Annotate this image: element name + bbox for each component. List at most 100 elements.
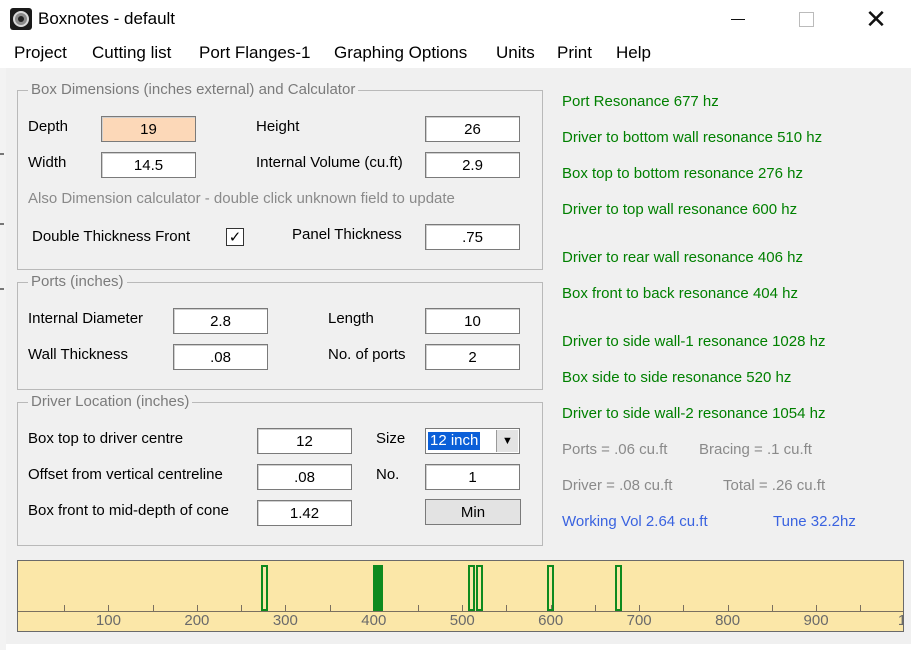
working-volume: Working Vol 2.64 cu.ft (562, 513, 708, 530)
menu-units[interactable]: Units (496, 43, 535, 63)
driver-size-value: 12 inch (428, 432, 481, 450)
graph-tick-label: 100 (95, 612, 121, 629)
calculator-note: Also Dimension calculator - double click… (28, 190, 455, 207)
driver-rear-resonance: Driver to rear wall resonance 406 hz (562, 249, 803, 266)
chevron-down-icon[interactable]: ▼ (496, 430, 518, 452)
port-count-field[interactable]: 2 (425, 344, 520, 370)
cone-depth-label: Box front to mid-depth of cone (28, 502, 229, 519)
depth-field[interactable]: 19 (101, 116, 196, 142)
double-thickness-checkbox[interactable]: ✓ (226, 228, 244, 246)
driver-size-select[interactable]: 12 inch ▼ (425, 428, 520, 454)
driver-side1-resonance: Driver to side wall-1 resonance 1028 hz (562, 333, 826, 350)
maximize-icon (798, 11, 814, 27)
height-field[interactable]: 26 (425, 116, 520, 142)
menu-graphing-options[interactable]: Graphing Options (334, 43, 467, 63)
cone-depth-field[interactable]: 1.42 (257, 500, 352, 526)
driver-number-field[interactable]: 1 (425, 464, 520, 490)
menu-print[interactable]: Print (557, 43, 592, 63)
maximize-button[interactable] (783, 0, 829, 38)
panel-thickness-field[interactable]: .75 (425, 224, 520, 250)
wall-thickness-field[interactable]: .08 (173, 344, 268, 370)
resonance-marker (260, 565, 268, 611)
ports-volume: Ports = .06 cu.ft (562, 441, 668, 458)
driver-size-label: Size (376, 430, 406, 447)
port-length-label: Length (328, 310, 374, 327)
minimize-icon (731, 18, 745, 20)
double-thickness-label: Double Thickness Front (32, 228, 191, 245)
driver-number-label: No. (376, 466, 400, 483)
total-volume: Total = .26 cu.ft (723, 477, 826, 494)
driver-top-resonance: Driver to top wall resonance 600 hz (562, 201, 798, 218)
wall-thickness-label: Wall Thickness (28, 346, 129, 363)
internal-diameter-field[interactable]: 2.8 (173, 308, 268, 334)
graph-tick-label: 400 (361, 612, 387, 629)
offset-label: Offset from vertical centreline (28, 466, 223, 483)
minimize-button[interactable] (715, 0, 761, 38)
graph-tick (860, 605, 862, 611)
graph-tick (285, 605, 287, 611)
driver-volume: Driver = .08 cu.ft (562, 477, 673, 494)
driver-side2-resonance: Driver to side wall-2 resonance 1054 hz (562, 405, 826, 422)
depth-label: Depth (28, 118, 69, 135)
width-label: Width (28, 154, 67, 171)
driver-bottom-resonance: Driver to bottom wall resonance 510 hz (562, 129, 823, 146)
graph-tick-label: 800 (715, 612, 741, 629)
graph-tick-label: 600 (538, 612, 564, 629)
menu-help[interactable]: Help (616, 43, 651, 63)
graph-tick (727, 605, 729, 611)
resonance-graph: 100 200 300 400 500 600 700 800 900 1( (17, 560, 904, 632)
driver-location-legend: Driver Location (inches) (28, 393, 193, 410)
resonance-marker (476, 565, 484, 611)
port-count-label: No. of ports (328, 346, 406, 363)
graph-tick (152, 605, 154, 611)
menu-bar: Project Cutting list Port Flanges-1 Grap… (0, 38, 917, 68)
graph-tick-label: 900 (803, 612, 829, 629)
close-button[interactable]: ✕ (853, 0, 899, 38)
window-title: Boxnotes - default (38, 9, 176, 28)
ports-legend: Ports (inches) (28, 273, 127, 290)
graph-tick (771, 605, 773, 611)
front-back-resonance: Box front to back resonance 404 hz (562, 285, 798, 302)
graph-tick (462, 605, 464, 611)
menu-project[interactable]: Project (14, 43, 67, 63)
resonance-marker (375, 565, 384, 611)
height-label: Height (256, 118, 300, 135)
graph-tick (816, 605, 818, 611)
internal-diameter-label: Internal Diameter (28, 310, 144, 327)
min-button[interactable]: Min (425, 499, 521, 525)
width-field[interactable]: 14.5 (101, 152, 196, 178)
port-length-field[interactable]: 10 (425, 308, 520, 334)
check-icon: ✓ (228, 228, 242, 246)
close-icon: ✕ (865, 4, 887, 34)
graph-tick-label: 300 (272, 612, 298, 629)
graph-tick (639, 605, 641, 611)
resonance-marker (615, 565, 623, 611)
resonance-marker (467, 565, 475, 611)
graph-tick (64, 605, 66, 611)
title-bar: Boxnotes - default ✕ (0, 0, 917, 38)
graph-tick (418, 605, 420, 611)
graph-tick-label: 700 (626, 612, 652, 629)
graph-tick (196, 605, 198, 611)
panel-thickness-label: Panel Thickness (292, 226, 402, 243)
tune-frequency: Tune 32.2hz (773, 513, 856, 530)
graph-tick-label: 500 (449, 612, 475, 629)
offset-field[interactable]: .08 (257, 464, 352, 490)
resonance-marker (547, 565, 555, 611)
ports-group: Ports (inches) (17, 273, 543, 390)
internal-volume-label: Internal Volume (cu.ft) (256, 154, 403, 171)
graph-tick (108, 605, 110, 611)
menu-cutting-list[interactable]: Cutting list (92, 43, 171, 63)
graph-tick (506, 605, 508, 611)
graph-tick-label: 1( (898, 612, 903, 629)
graph-tick (683, 605, 685, 611)
driver-top-field[interactable]: 12 (257, 428, 352, 454)
bracing-volume: Bracing = .1 cu.ft (699, 441, 812, 458)
menu-port-flanges[interactable]: Port Flanges-1 (199, 43, 311, 63)
internal-volume-field[interactable]: 2.9 (425, 152, 520, 178)
driver-top-label: Box top to driver centre (28, 430, 184, 447)
graph-tick (241, 605, 243, 611)
port-resonance: Port Resonance 677 hz (562, 93, 719, 110)
top-bottom-resonance: Box top to bottom resonance 276 hz (562, 165, 803, 182)
box-dimensions-legend: Box Dimensions (inches external) and Cal… (28, 81, 359, 98)
